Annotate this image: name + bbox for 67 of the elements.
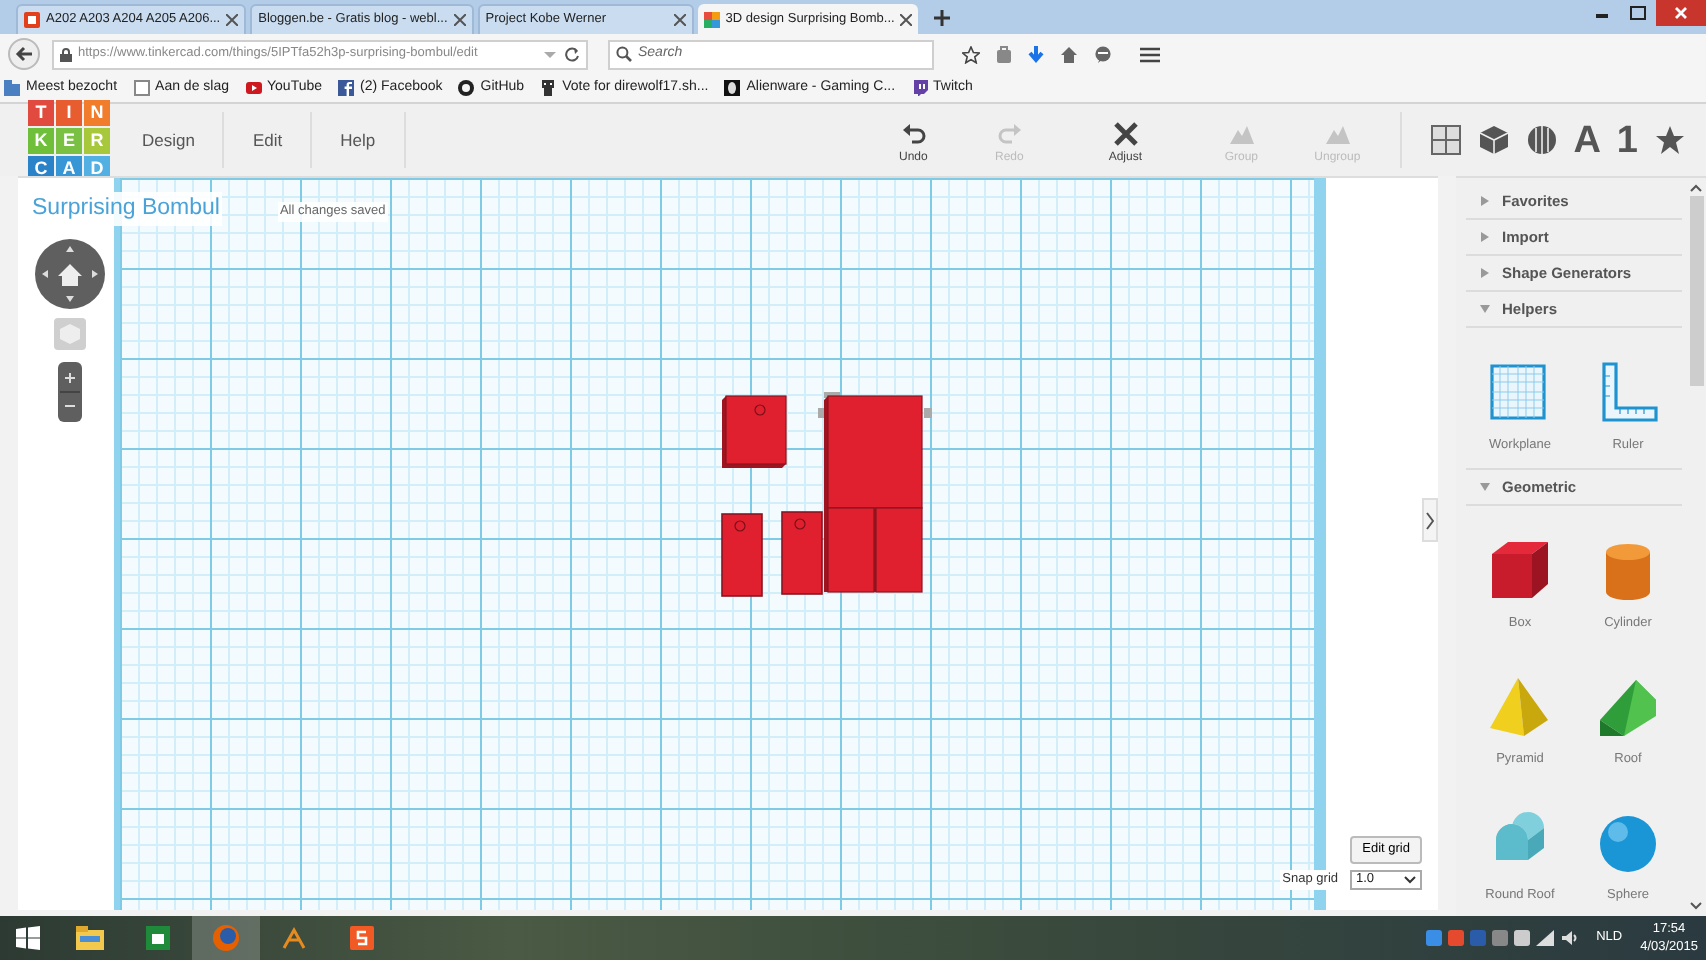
page-icon — [133, 80, 150, 96]
signal-icon[interactable] — [1536, 930, 1555, 946]
download-icon[interactable] — [1028, 45, 1044, 63]
chevron-right-icon — [1426, 511, 1434, 529]
close-icon[interactable] — [1656, 0, 1706, 26]
slides-icon[interactable] — [346, 922, 378, 954]
menu-icon[interactable] — [1140, 45, 1160, 63]
mountains-icon — [1325, 122, 1350, 146]
menu-button[interactable]: Help — [312, 112, 406, 168]
view-button[interactable]: A — [1573, 121, 1601, 159]
orbit-control-icon[interactable] — [34, 238, 106, 310]
triangle-right-icon — [1480, 232, 1490, 242]
scroll-up-icon[interactable] — [1690, 184, 1702, 192]
collapse-panel-handle[interactable] — [1422, 498, 1438, 542]
zoom-control-icon[interactable] — [58, 362, 82, 422]
folder-icon[interactable] — [74, 922, 106, 954]
chat-icon[interactable] — [1094, 45, 1112, 63]
logo-letter: T — [28, 100, 54, 126]
restore-icon[interactable] — [1624, 0, 1652, 26]
striped-ball-icon[interactable] — [1525, 124, 1558, 156]
slides-icon — [24, 12, 40, 28]
search-icon — [616, 46, 632, 62]
triangle-right-icon — [1480, 268, 1490, 278]
close-icon[interactable] — [226, 14, 239, 26]
bookmark-folder-icon — [4, 80, 20, 96]
star-icon[interactable] — [1654, 124, 1686, 156]
grid-logo-icon — [703, 11, 720, 27]
lock-icon — [60, 47, 72, 61]
grid-window-icon[interactable] — [1429, 124, 1462, 156]
mountains-icon — [1229, 122, 1254, 146]
scroll-down-icon[interactable] — [1690, 902, 1702, 910]
undo-arrow-icon — [901, 122, 926, 146]
logo-letter: I — [56, 100, 82, 126]
crossed-tools-icon — [1113, 122, 1138, 146]
triangle-down-icon — [1480, 304, 1490, 314]
chevron-down-icon — [1404, 876, 1416, 884]
star-icon[interactable] — [962, 45, 980, 63]
speech-logo-icon — [911, 80, 928, 96]
play-icon — [245, 80, 262, 96]
view-button[interactable]: 1 — [1616, 121, 1638, 159]
scrollbar-thumb[interactable] — [1689, 196, 1703, 386]
close-icon[interactable] — [900, 13, 913, 25]
logo-letter: R — [84, 128, 110, 154]
back-icon[interactable] — [8, 38, 40, 70]
cube-icon[interactable] — [1477, 124, 1510, 156]
start-icon[interactable] — [16, 926, 40, 950]
alien-head-icon — [724, 80, 741, 96]
robot-icon — [540, 80, 557, 96]
menu-button[interactable]: Edit — [224, 112, 313, 168]
redo-arrow-icon — [997, 122, 1022, 146]
blocks-drawing[interactable] — [721, 392, 932, 597]
logo-letter: K — [28, 128, 54, 154]
logo-letter: E — [56, 128, 82, 154]
speaker-icon[interactable] — [1560, 930, 1579, 946]
close-icon[interactable] — [453, 14, 466, 26]
triangle-down-icon — [1480, 482, 1490, 492]
clipboard-icon[interactable] — [996, 45, 1012, 63]
new-tab-icon[interactable] — [934, 10, 951, 26]
home-icon[interactable] — [1060, 45, 1078, 63]
menu-button[interactable]: Design — [114, 112, 225, 168]
close-icon[interactable] — [673, 14, 686, 26]
tinkercad-logo[interactable]: T I N K E R C A D — [28, 100, 110, 182]
logo-letter: N — [84, 100, 110, 126]
f-logo-icon — [338, 80, 355, 96]
reload-icon[interactable] — [564, 46, 580, 62]
triangle-right-icon — [1480, 196, 1490, 206]
store-icon[interactable] — [142, 922, 174, 954]
